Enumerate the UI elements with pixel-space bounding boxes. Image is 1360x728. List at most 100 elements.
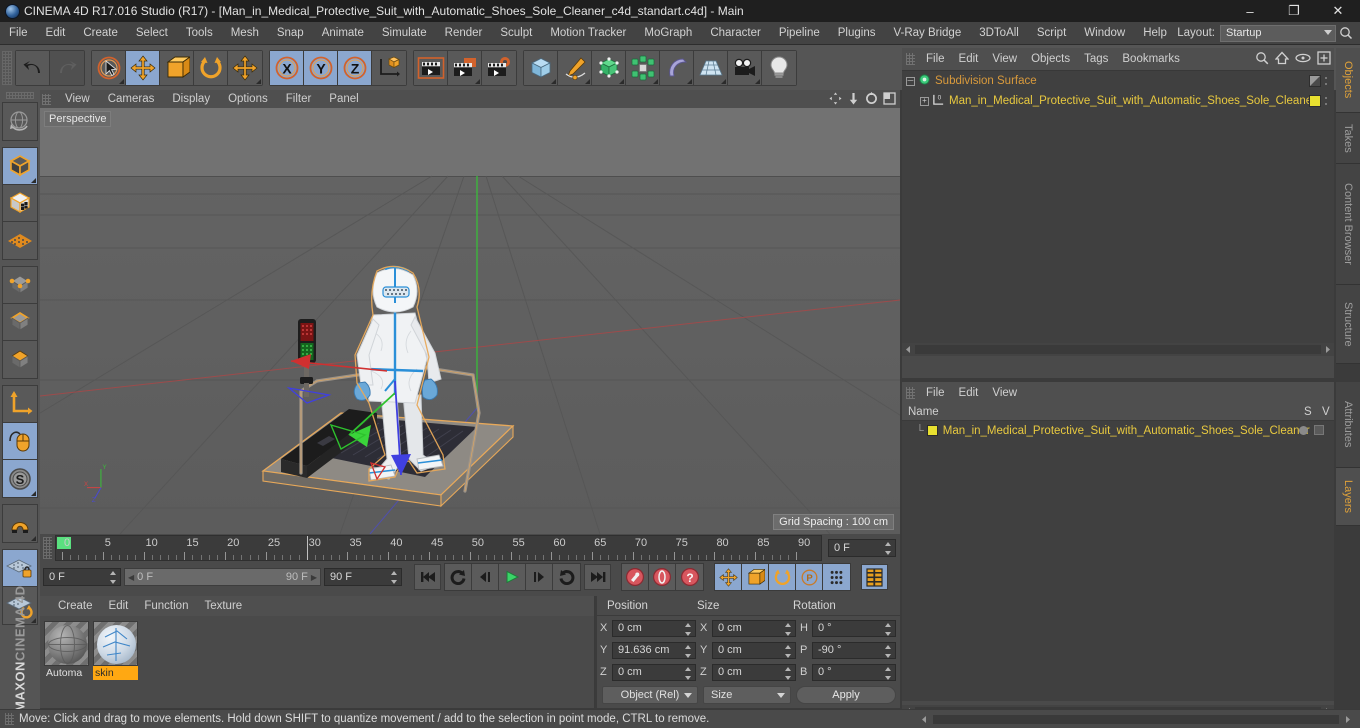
viewport-maximize-icon[interactable]: [883, 92, 896, 108]
object-manager-menu-edit[interactable]: Edit: [952, 48, 986, 70]
workplane-icon[interactable]: [3, 222, 37, 259]
material-item[interactable]: Automa: [44, 621, 89, 708]
menu-item-character[interactable]: Character: [701, 22, 770, 45]
spinner-icon[interactable]: [885, 644, 892, 658]
record-param-button[interactable]: P: [796, 564, 823, 590]
spinner-icon[interactable]: [885, 622, 892, 636]
menu-item-window[interactable]: Window: [1075, 22, 1134, 45]
timeline-grip[interactable]: [43, 537, 52, 559]
object-manager-menu-view[interactable]: View: [985, 48, 1024, 70]
layer-visibility-icon[interactable]: [1314, 425, 1324, 435]
rotation-field[interactable]: 0 °: [812, 663, 896, 681]
tab-structure[interactable]: Structure: [1336, 285, 1360, 364]
tab-attributes[interactable]: Attributes: [1336, 382, 1360, 468]
tag-icon[interactable]: [1309, 75, 1321, 87]
coordinate-mode-dropdown[interactable]: Object (Rel): [602, 686, 698, 704]
rotation-field[interactable]: 0 °: [812, 619, 896, 637]
scroll-left-icon[interactable]: [920, 715, 929, 724]
edges-cube-icon[interactable]: [3, 304, 37, 341]
cube-icon[interactable]: [524, 50, 558, 85]
model-cube-icon[interactable]: [3, 148, 37, 185]
scrollbar-track[interactable]: [915, 345, 1321, 354]
play-button[interactable]: [499, 564, 526, 590]
object-tree[interactable]: ─ Subdivision Surface + 0 Man_in_Medical…: [902, 70, 1334, 356]
material-thumbnail[interactable]: [44, 621, 89, 666]
viewport-rotate-icon[interactable]: [865, 92, 878, 108]
snap-s-icon[interactable]: S: [3, 460, 37, 497]
material-name[interactable]: skin: [93, 666, 138, 680]
render-region-icon[interactable]: [448, 50, 482, 85]
scroll-right-icon[interactable]: [1323, 345, 1332, 354]
search-icon[interactable]: [1255, 51, 1269, 68]
position-field[interactable]: 0 cm: [612, 619, 696, 637]
layer-row[interactable]: └ Man_in_Medical_Protective_Suit_with_Au…: [902, 421, 1334, 440]
menu-item-create[interactable]: Create: [74, 22, 127, 45]
range-right-arrow-icon[interactable]: ▶: [311, 573, 317, 582]
range-left-arrow-icon[interactable]: ◀: [128, 573, 134, 582]
position-field[interactable]: 0 cm: [612, 663, 696, 681]
spinner-icon[interactable]: [685, 644, 692, 658]
mouse-icon[interactable]: [3, 423, 37, 460]
camera-icon[interactable]: [728, 50, 762, 85]
spinner-icon[interactable]: [885, 542, 892, 555]
key-question-button[interactable]: ?: [676, 564, 703, 590]
material-thumbnail[interactable]: [93, 621, 138, 666]
globe-undo-icon[interactable]: [3, 103, 37, 140]
deformer-icon[interactable]: [626, 50, 660, 85]
material-tag-icon[interactable]: [1309, 95, 1321, 107]
new-layer-icon[interactable]: [1317, 51, 1331, 68]
layer-manager-menu-view[interactable]: View: [985, 382, 1024, 404]
object-manager-menu-bookmarks[interactable]: Bookmarks: [1115, 48, 1187, 70]
tab-layers[interactable]: Layers: [1336, 468, 1360, 526]
menu-item-help[interactable]: Help: [1134, 22, 1176, 45]
expander-icon[interactable]: ─: [906, 76, 915, 86]
record-pla-button[interactable]: [823, 564, 850, 590]
step-back-button[interactable]: [472, 564, 499, 590]
render-view-icon[interactable]: [414, 50, 448, 85]
material-list[interactable]: Automa skin: [40, 616, 594, 708]
points-cube-icon[interactable]: [3, 267, 37, 304]
spinner-icon[interactable]: [785, 666, 792, 680]
menu-item-select[interactable]: Select: [127, 22, 177, 45]
axis-icon[interactable]: [3, 386, 37, 423]
material-menu-create[interactable]: Create: [50, 596, 101, 616]
apply-button[interactable]: Apply: [796, 686, 896, 704]
menu-item-render[interactable]: Render: [436, 22, 492, 45]
scrollbar-track[interactable]: [933, 714, 1339, 724]
end-frame-field[interactable]: 90 F: [324, 568, 402, 586]
record-rotation-button[interactable]: [769, 564, 796, 590]
redo-button[interactable]: [50, 50, 84, 85]
record-key-button[interactable]: [622, 564, 649, 590]
spinner-icon[interactable]: [685, 666, 692, 680]
eye-icon[interactable]: [1295, 52, 1311, 67]
status-bar-grip[interactable]: [5, 713, 14, 725]
go-to-start-button[interactable]: [414, 564, 441, 590]
menu-item-3dtoall[interactable]: 3DToAll: [970, 22, 1028, 45]
viewport-menu-cameras[interactable]: Cameras: [99, 90, 164, 108]
viewport-menu-view[interactable]: View: [56, 90, 99, 108]
menu-item-mesh[interactable]: Mesh: [222, 22, 268, 45]
scale-icon[interactable]: [160, 50, 194, 85]
go-to-end-button[interactable]: [584, 564, 611, 590]
layer-manager-menu-edit[interactable]: Edit: [952, 382, 986, 404]
tab-takes[interactable]: Takes: [1336, 113, 1360, 164]
spinner-icon[interactable]: [110, 571, 117, 584]
material-item[interactable]: skin: [93, 621, 138, 708]
tab-objects[interactable]: Objects: [1336, 48, 1360, 113]
scroll-right-icon[interactable]: [1343, 715, 1352, 724]
minimize-button[interactable]: –: [1228, 0, 1272, 22]
viewport-menu-display[interactable]: Display: [163, 90, 219, 108]
autokey-button[interactable]: [649, 564, 676, 590]
world-axis-icon[interactable]: [372, 50, 406, 85]
dot-column-icon[interactable]: [1325, 75, 1328, 87]
material-menu-edit[interactable]: Edit: [101, 596, 137, 616]
magnet-icon[interactable]: [3, 505, 37, 542]
viewport-menu-panel[interactable]: Panel: [320, 90, 367, 108]
menu-item-edit[interactable]: Edit: [37, 22, 75, 45]
menu-item-sculpt[interactable]: Sculpt: [491, 22, 541, 45]
viewport-menu-options[interactable]: Options: [219, 90, 277, 108]
tab-content-browser[interactable]: Content Browser: [1336, 164, 1360, 285]
material-menu-texture[interactable]: Texture: [196, 596, 250, 616]
menu-item-plugins[interactable]: Plugins: [829, 22, 885, 45]
light-bulb-icon[interactable]: [762, 50, 796, 85]
